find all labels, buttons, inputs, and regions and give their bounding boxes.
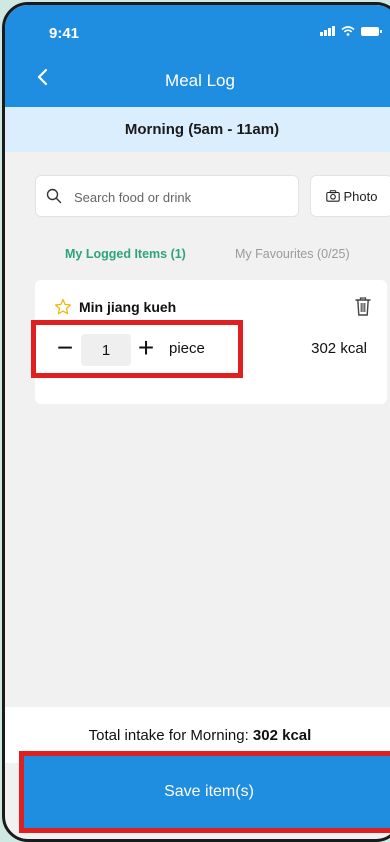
trash-icon[interactable] — [355, 296, 371, 316]
header-bar: 9:41 Meal Log — [5, 5, 390, 107]
meal-period-label: Morning (5am - 11am) — [5, 107, 390, 152]
save-items-button[interactable]: Save item(s) — [19, 751, 390, 833]
page-title: Meal Log — [165, 71, 235, 90]
photo-button[interactable]: Photo — [310, 175, 390, 217]
wifi-icon — [341, 26, 355, 36]
camera-icon — [325, 190, 340, 202]
status-time: 9:41 — [49, 25, 80, 42]
tab-my-logged-items[interactable]: My Logged Items (1) — [65, 247, 186, 261]
star-icon[interactable] — [54, 298, 72, 316]
total-intake-value: 302 kcal — [252, 727, 312, 744]
increase-quantity-button[interactable]: + — [135, 334, 157, 364]
search-icon — [46, 188, 62, 204]
decrease-quantity-button[interactable]: − — [55, 334, 75, 364]
quantity-input[interactable] — [81, 334, 131, 366]
battery-icon — [361, 26, 382, 36]
save-items-label: Save item(s) — [164, 783, 254, 800]
signal-icon — [320, 26, 335, 36]
logged-item-card: Min jiang kueh − + piece 302 kcal — [31, 280, 387, 404]
unit-selector[interactable]: piece — [169, 340, 205, 357]
search-input[interactable] — [72, 176, 296, 218]
tab-bar: My Logged Items (1) My Favourites (0/25) — [35, 243, 390, 267]
item-calories: 302 kcal — [311, 340, 367, 357]
quantity-row: − + piece 302 kcal — [31, 320, 387, 378]
search-row: Photo — [35, 175, 390, 219]
status-icons — [320, 26, 382, 36]
total-intake-text: Total intake for Morning: 302 kcal — [5, 727, 390, 744]
item-name: Min jiang kueh — [79, 299, 177, 315]
phone-frame: 9:41 Meal Log Morning (5am - 11am) Searc… — [2, 2, 390, 842]
photo-button-label: Photo — [343, 188, 378, 204]
tab-my-favourites[interactable]: My Favourites (0/25) — [235, 247, 350, 261]
total-intake-label: Total intake for Morning: — [88, 727, 249, 744]
search-field[interactable] — [35, 175, 299, 218]
